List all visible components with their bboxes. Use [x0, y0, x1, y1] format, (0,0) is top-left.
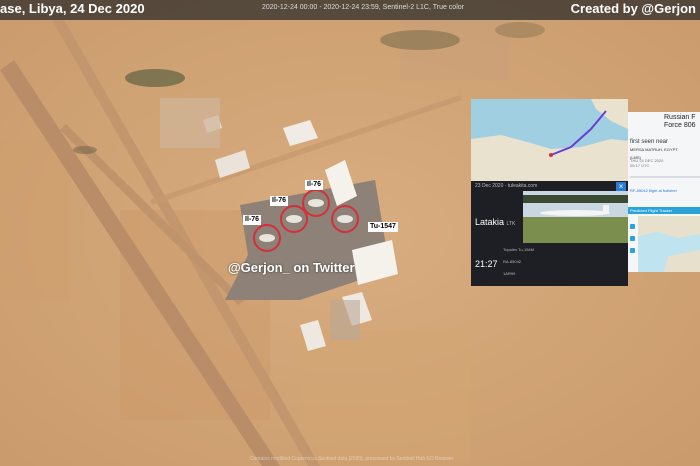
vegetation [495, 22, 545, 38]
aircraft-photo [523, 191, 628, 243]
checkbox[interactable] [630, 224, 635, 229]
field-patch [0, 140, 70, 300]
vegetation [125, 69, 185, 87]
panel-title: Russian F Force 806 [664, 114, 696, 129]
sighting-inset: Russian F Force 806 first seen near MERSA … [628, 112, 700, 272]
aircraft-label: Il-76 [270, 196, 289, 206]
departure-time: 21:27 [475, 259, 498, 269]
flight-date: 23 Dec 2020 · tuleakita.com [475, 183, 538, 189]
footer-attribution: Contains modified Copernicus Sentinel da… [250, 456, 454, 462]
first-seen-time: THU 24 DEC 2020 05:17 UTC [630, 158, 664, 168]
serial-number: 1AR99 [503, 271, 516, 276]
aircraft [286, 215, 302, 223]
aircraft [308, 199, 324, 207]
aircraft-model: Tupolev Tu-154M [503, 247, 534, 252]
vegetation [73, 146, 97, 154]
acquisition-info: 2020-12-24 00:00 - 2020-12-24 23:59, Sen… [262, 4, 464, 11]
building [160, 98, 220, 148]
mini-map [638, 216, 700, 272]
aircraft [337, 215, 353, 223]
route-map [471, 99, 628, 181]
progress-track [630, 176, 700, 178]
aircraft-label: Tu-1547 [368, 222, 398, 232]
registration: RA-85042 [503, 259, 522, 264]
flight-link[interactable]: RF-85042 flight at fsdisher [630, 188, 677, 193]
field-patch [400, 20, 510, 80]
vegetation [380, 30, 460, 50]
checkbox[interactable] [630, 236, 635, 241]
image-title: ase, Libya, 24 Dec 2020 [0, 1, 145, 16]
checkbox[interactable] [630, 248, 635, 253]
flight-tracker-inset: 23 Dec 2020 · tuleakita.com × Latakia LT… [471, 99, 628, 286]
aircraft-label: Il-76 [305, 180, 324, 190]
field-patch [300, 330, 470, 460]
building [330, 300, 360, 340]
twitter-watermark: @Gerjon_ on Twitter [228, 260, 355, 275]
aircraft [259, 234, 275, 242]
aircraft-label: Il-76 [243, 215, 262, 225]
tracker-band-label: Predicted Flight Tracker [630, 208, 673, 213]
origin-city: Latakia LTK [475, 217, 516, 227]
author-credit: Created by @Gerjon [570, 1, 696, 16]
